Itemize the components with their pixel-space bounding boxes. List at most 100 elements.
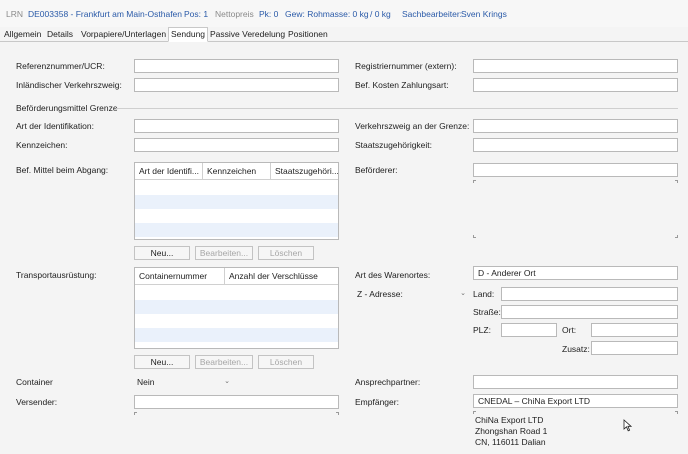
ansprechpartner-input[interactable] xyxy=(473,375,678,389)
tab-allgemein[interactable]: Allgemein xyxy=(2,28,43,41)
befoerderer-label: Beförderer: xyxy=(355,165,398,175)
befmittel-label: Bef. Mittel beim Abgang: xyxy=(16,165,109,175)
empfaenger-address-line: ChiNa Export LTD xyxy=(475,415,544,425)
strasse-label: Straße: xyxy=(473,307,501,317)
zusatz-input[interactable] xyxy=(591,341,678,355)
table-row[interactable] xyxy=(135,209,338,223)
land-label: Land: xyxy=(473,289,495,299)
tab-strip: Allgemein Details Vorpapiere/Unterlagen … xyxy=(0,27,688,42)
nettopreis-label: Nettopreis xyxy=(215,9,254,19)
verkehrszweig-grenze-label: Verkehrszweig an der Grenze: xyxy=(355,121,470,131)
transport-grid-header: Containernummer Anzahl der Verschlüsse xyxy=(135,268,338,285)
befmittel-grid[interactable]: Art der Identifi... Kennzeichen Staatszu… xyxy=(134,162,339,240)
transport-neu-button[interactable]: Neu... xyxy=(134,355,190,369)
corner-mark xyxy=(473,411,476,414)
corner-mark xyxy=(675,411,678,414)
chevron-down-icon: ⌄ xyxy=(460,290,466,297)
befmittel-loeschen-button[interactable]: Löschen xyxy=(258,246,314,260)
referenz-input[interactable] xyxy=(134,59,339,73)
corner-mark xyxy=(336,412,339,415)
column-header-containernummer[interactable]: Containernummer xyxy=(135,268,225,285)
verkehrszweig-grenze-input[interactable] xyxy=(473,119,678,133)
versender-input[interactable] xyxy=(134,395,339,409)
container-label: Container xyxy=(16,377,53,387)
empfaenger-label: Empfänger: xyxy=(355,397,399,407)
staatszugehoerigkeit-input[interactable] xyxy=(473,138,678,152)
befoerderer-input[interactable] xyxy=(473,163,678,177)
kennzeichen-label: Kennzeichen: xyxy=(16,140,68,150)
ort-label: Ort: xyxy=(562,325,577,335)
container-select-value: Nein xyxy=(137,377,155,387)
column-header-art[interactable]: Art der Identifi... xyxy=(135,163,203,180)
empfaenger-address-line: CN, 116011 Dalian xyxy=(475,437,546,447)
empfaenger-address-line: Zhongshan Road 1 xyxy=(475,426,548,436)
lrn-value[interactable]: DE003358 - Frankfurt am Main-Osthafen xyxy=(28,9,182,19)
tab-sendung[interactable]: Sendung xyxy=(168,27,209,42)
befkosten-label: Bef. Kosten Zahlungsart: xyxy=(355,80,449,90)
container-select[interactable]: Nein ⌄ xyxy=(134,375,234,389)
pos-label: Pos: 1 xyxy=(184,9,209,19)
corner-mark xyxy=(675,235,678,238)
adresse-combo[interactable]: Z - Adresse: ⌄ xyxy=(357,287,468,301)
art-identifikation-input[interactable] xyxy=(134,119,339,133)
table-row[interactable] xyxy=(135,181,338,195)
mouse-cursor-icon xyxy=(623,419,632,432)
transport-loeschen-button[interactable]: Löschen xyxy=(258,355,314,369)
staatszugehoerigkeit-label: Staatszugehörigkeit: xyxy=(355,140,433,150)
befmittel-bearbeiten-button[interactable]: Bearbeiten... xyxy=(195,246,253,260)
plz-input[interactable] xyxy=(501,323,557,337)
empfaenger-input[interactable]: CNEDAL – ChiNa Export LTD xyxy=(473,394,678,408)
corner-mark xyxy=(473,235,476,238)
befoerderer-address-textarea[interactable] xyxy=(473,180,678,238)
sachbearbeiter-label: Sachbearbeiter: xyxy=(402,9,463,19)
transportausruestung-label: Transportausrüstung: xyxy=(16,270,97,280)
art-identifikation-label: Art der Identifikation: xyxy=(16,121,94,131)
versender-address-textarea[interactable] xyxy=(134,412,339,420)
ansprechpartner-label: Ansprechpartner: xyxy=(355,377,421,387)
gewicht-total: / 0 kg xyxy=(370,9,391,19)
tab-details[interactable]: Details xyxy=(45,28,75,41)
kennzeichen-input[interactable] xyxy=(134,138,339,152)
table-row[interactable] xyxy=(135,328,338,342)
inlaend-verkehrszweig-label: Inländischer Verkehrszweig: xyxy=(16,80,122,90)
befkosten-input[interactable] xyxy=(473,78,678,92)
befmittel-neu-button[interactable]: Neu... xyxy=(134,246,190,260)
pk-label: Pk: 0 xyxy=(259,9,279,19)
registrier-input[interactable] xyxy=(473,59,678,73)
land-input[interactable] xyxy=(501,287,678,301)
column-header-kennzeichen[interactable]: Kennzeichen xyxy=(203,163,271,180)
sachbearbeiter-value[interactable]: Sven Krings xyxy=(461,9,507,19)
tab-positionen[interactable]: Positionen xyxy=(286,28,330,41)
ort-input[interactable] xyxy=(591,323,678,337)
registrier-label: Registriernummer (extern): xyxy=(355,61,457,71)
referenz-label: Referenznummer/UCR: xyxy=(16,61,105,71)
section-divider xyxy=(116,108,678,109)
corner-mark xyxy=(675,180,678,183)
lrn-label: LRN xyxy=(6,9,24,19)
transport-bearbeiten-button[interactable]: Bearbeiten... xyxy=(195,355,253,369)
art-warenort-input[interactable]: D - Anderer Ort xyxy=(473,266,678,280)
tab-vorpapiere[interactable]: Vorpapiere/Unterlagen xyxy=(79,28,168,41)
table-row[interactable] xyxy=(135,223,338,237)
table-row[interactable] xyxy=(135,286,338,300)
inlaend-verkehrszweig-input[interactable] xyxy=(134,78,339,92)
table-row[interactable] xyxy=(135,195,338,209)
adresse-combo-value: Z - Adresse: xyxy=(357,289,403,299)
tab-passive-veredelung[interactable]: Passive Veredelung xyxy=(208,28,287,41)
corner-mark xyxy=(134,412,137,415)
corner-mark xyxy=(473,180,476,183)
art-warenort-label: Art des Warenortes: xyxy=(355,270,431,280)
transport-grid[interactable]: Containernummer Anzahl der Verschlüsse xyxy=(134,267,339,349)
column-header-staatszugehoerigkeit[interactable]: Staatszugehöri... xyxy=(271,163,338,180)
chevron-down-icon: ⌄ xyxy=(224,378,230,385)
zusatz-label: Zusatz: xyxy=(562,344,590,354)
column-header-anzahl-verschluesse[interactable]: Anzahl der Verschlüsse xyxy=(225,268,338,285)
versender-label: Versender: xyxy=(16,397,58,407)
table-row[interactable] xyxy=(135,314,338,328)
table-row[interactable] xyxy=(135,300,338,314)
gewicht-label: Gew: Rohmasse: 0 kg xyxy=(285,9,369,19)
strasse-input[interactable] xyxy=(501,305,678,319)
empfaenger-address-textarea[interactable]: ChiNa Export LTD Zhongshan Road 1 CN, 11… xyxy=(473,411,678,451)
befmittel-grid-header: Art der Identifi... Kennzeichen Staatszu… xyxy=(135,163,338,180)
plz-label: PLZ: xyxy=(473,325,491,335)
